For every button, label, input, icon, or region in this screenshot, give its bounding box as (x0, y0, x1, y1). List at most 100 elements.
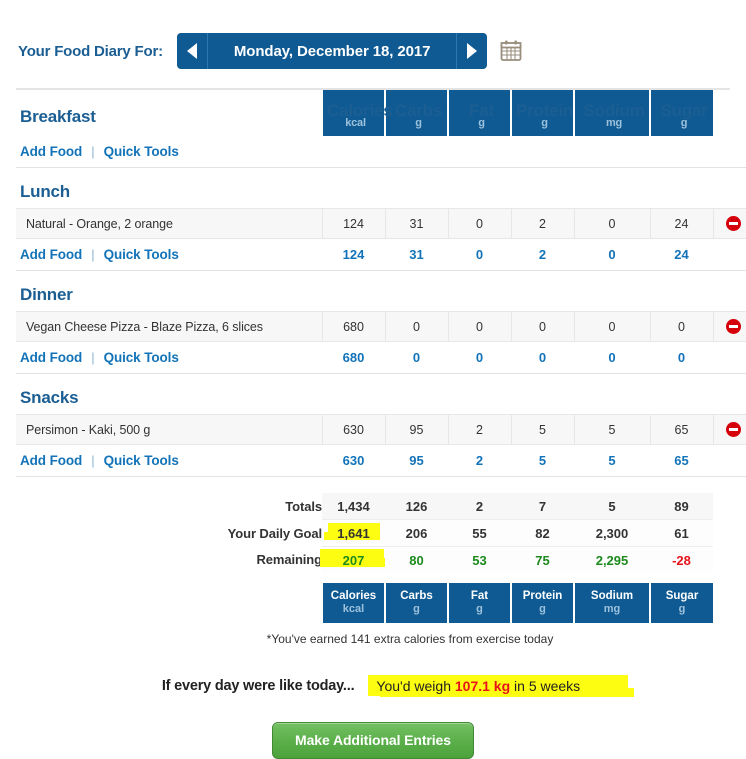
column-name: Protein (522, 590, 563, 602)
food-entry-protein: 0 (510, 311, 574, 342)
remaining-sugar: -28 (650, 546, 713, 573)
meal-heading-spacer (448, 271, 511, 312)
make-additional-entries-button[interactable]: Make Additional Entries (272, 722, 474, 759)
delete-entry-button[interactable] (712, 208, 746, 239)
food-entry-name[interactable]: Natural - Orange, 2 orange (16, 208, 322, 239)
food-diary-table: Breakfast Calories kcal Carbs g Fat g Protein g S… (16, 90, 746, 477)
remaining-sodium: 2,295 (574, 546, 650, 573)
totals-calories: 1,434 (322, 493, 385, 520)
meal-heading-row-breakfast: Breakfast Calories kcal Carbs g Fat g Protein g S… (16, 90, 746, 136)
calendar-picker-button[interactable] (499, 39, 523, 63)
column-unit: mg (603, 603, 621, 615)
cta-container: Make Additional Entries (0, 722, 746, 759)
meal-title-dinner: Dinner (20, 285, 73, 304)
remove-circle-icon (725, 319, 741, 335)
column-unit: g (476, 603, 483, 615)
meal-heading-row-dinner: Dinner (16, 271, 746, 312)
meal-heading-spacer (713, 271, 746, 312)
summary-column-header-spacer (16, 583, 322, 623)
meal-subtotal-breakfast-calories (322, 136, 385, 168)
date-navigator: Monday, December 18, 2017 (176, 33, 488, 69)
triangle-left-icon (186, 43, 197, 59)
meal-subtotal-dinner-calories: 680 (322, 341, 385, 374)
meal-title-breakfast: Breakfast (20, 107, 96, 126)
quick-tools-link-snacks[interactable]: Quick Tools (104, 453, 179, 468)
quick-tools-link-dinner[interactable]: Quick Tools (104, 350, 179, 365)
food-entry-fat: 2 (447, 414, 511, 445)
projection-result: You'd weigh 107.1 kg in 5 weeks (368, 675, 635, 697)
add-food-link-snacks[interactable]: Add Food (20, 453, 82, 468)
projection-text-start: You'd weigh (376, 678, 455, 694)
column-name: Carbs (400, 590, 433, 602)
link-separator: | (91, 247, 95, 262)
meal-heading-spacer (511, 168, 574, 209)
meal-links-lunch: Add Food | Quick Tools (16, 238, 322, 271)
food-entry-row: Vegan Cheese Pizza - Blaze Pizza, 6 slic… (16, 311, 746, 342)
food-entry-calories: 124 (321, 208, 385, 239)
delete-entry-button[interactable] (712, 414, 746, 445)
meal-heading-spacer (322, 168, 385, 209)
food-entry-name[interactable]: Vegan Cheese Pizza - Blaze Pizza, 6 slic… (16, 311, 322, 342)
column-header-sugar: Sugar g (649, 90, 713, 136)
quick-tools-link-lunch[interactable]: Quick Tools (104, 247, 179, 262)
add-food-link-lunch[interactable]: Add Food (20, 247, 82, 262)
add-food-link-dinner[interactable]: Add Food (20, 350, 82, 365)
meal-subtotal-lunch-fat: 0 (448, 238, 511, 271)
goal-calories: 1,641 (322, 519, 385, 547)
remaining-calories: 207 (320, 546, 386, 573)
meal-subtotal-snacks-calories: 630 (322, 444, 385, 477)
food-entry-fat: 0 (447, 311, 511, 342)
meal-heading-spacer (385, 374, 448, 415)
column-name: Calories (330, 590, 377, 602)
current-date-label[interactable]: Monday, December 18, 2017 (208, 43, 457, 60)
summary-column-header-protein: Protein g (510, 583, 574, 623)
goal-spacer (713, 520, 746, 547)
meal-actions-row-snacks: Add Food | Quick Tools 630 95 2 5 5 65 (16, 444, 746, 477)
column-header-sodium: Sodium mg (573, 90, 650, 136)
meal-subtotal-breakfast-sugar (650, 136, 713, 168)
meal-links-dinner: Add Food | Quick Tools (16, 341, 322, 374)
projection-text-end: in 5 weeks (510, 678, 581, 694)
food-entry-row: Persimon - Kaki, 500 g 630 95 2 5 5 65 (16, 414, 746, 445)
column-header-end-spacer (713, 90, 746, 136)
diary-header: Your Food Diary For: Monday, December 18… (0, 0, 746, 74)
meal-actions-row-lunch: Add Food | Quick Tools 124 31 0 2 0 24 (16, 238, 746, 271)
add-food-link-breakfast[interactable]: Add Food (20, 144, 82, 159)
food-entry-sugar: 65 (649, 414, 713, 445)
remaining-row: Remaining 207 80 53 75 2,295 -28 (16, 546, 746, 573)
totals-label: Totals (285, 498, 322, 514)
meal-heading-spacer (650, 168, 713, 209)
meal-heading-spacer (448, 168, 511, 209)
column-unit: kcal (342, 603, 365, 615)
remaining-fat: 53 (448, 546, 511, 573)
summary-column-header-fat: Fat g (447, 583, 511, 623)
link-separator: | (91, 350, 95, 365)
column-unit: g (413, 603, 420, 615)
meal-heading-spacer (713, 168, 746, 209)
previous-day-button[interactable] (177, 33, 208, 69)
summary-column-header-sodium: Sodium mg (573, 583, 650, 623)
food-entry-sugar: 24 (649, 208, 713, 239)
meal-subtotal-snacks-sodium: 5 (574, 444, 650, 477)
meal-subtotal-breakfast-fat (448, 136, 511, 168)
meal-heading-row-lunch: Lunch (16, 168, 746, 209)
column-unit: g (678, 603, 686, 615)
food-entry-name[interactable]: Persimon - Kaki, 500 g (16, 414, 322, 445)
summary-column-header-end-spacer (713, 583, 746, 623)
daily-goal-label: Your Daily Goal (227, 525, 322, 541)
meal-heading-row-snacks: Snacks (16, 374, 746, 415)
next-day-button[interactable] (456, 33, 487, 69)
meal-title-lunch: Lunch (20, 182, 70, 201)
column-name: Sodium (590, 590, 634, 602)
food-entry-protein: 5 (510, 414, 574, 445)
calendar-icon (500, 40, 522, 61)
meal-heading-spacer (322, 271, 385, 312)
food-entry-row: Natural - Orange, 2 orange 124 31 0 2 0 24 (16, 208, 746, 239)
meal-subtotal-spacer (713, 238, 746, 271)
quick-tools-link-breakfast[interactable]: Quick Tools (104, 144, 179, 159)
summary-column-header-carbs: Carbs g (384, 583, 448, 623)
meal-heading-spacer (574, 271, 650, 312)
column-header-carbs: Carbs g (384, 90, 448, 136)
delete-entry-button[interactable] (712, 311, 746, 342)
food-entry-sodium: 5 (573, 414, 650, 445)
